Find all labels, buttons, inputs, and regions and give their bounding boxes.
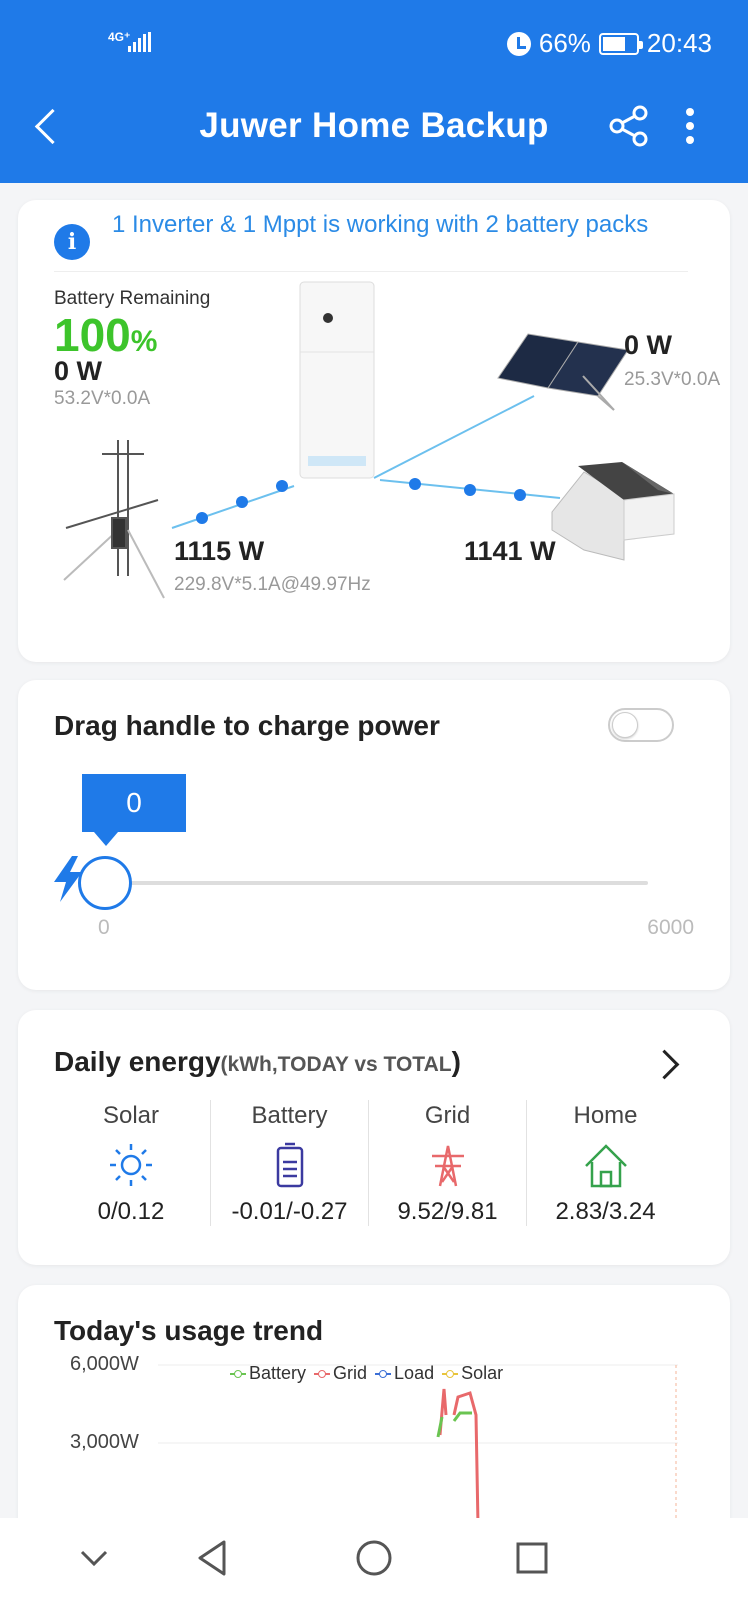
status-info: i 1 Inverter & 1 Mppt is working with 2 …	[54, 208, 688, 272]
charge-title: Drag handle to charge power	[54, 710, 440, 741]
status-right: 66% 20:43	[506, 28, 712, 59]
daily-value-home: 2.83/3.24	[555, 1198, 656, 1225]
grid-tower-image	[63, 440, 165, 599]
grid-detail: 229.8V*5.1A@49.97Hz	[174, 574, 371, 595]
battery-percent: 66%	[538, 28, 591, 58]
sun-icon	[110, 1144, 152, 1186]
status-info-text: 1 Inverter & 1 Mppt is working with 2 ba…	[112, 211, 649, 238]
slider-handle[interactable]	[78, 856, 132, 910]
app-bar: Juwer Home Backup	[0, 90, 748, 166]
daily-col-home: Home 2.83/3.24	[526, 1100, 684, 1226]
recents-icon[interactable]	[510, 1536, 554, 1580]
solar-panel-image	[497, 333, 629, 411]
daily-value-grid: 9.52/9.81	[397, 1198, 498, 1225]
signal-icon	[128, 32, 151, 52]
status-bar: 4G⁺ 66% 20:43	[0, 26, 748, 66]
more-vert-icon[interactable]	[680, 104, 700, 148]
home-circle-icon[interactable]	[352, 1536, 396, 1580]
network-type: 4G⁺	[108, 30, 131, 44]
daily-col-solar: Solar 0/0.12	[52, 1100, 210, 1226]
daily-col-battery: Battery -0.01/-0.27	[210, 1100, 368, 1226]
battery-icon	[276, 1142, 303, 1188]
charge-toggle[interactable]	[608, 708, 674, 742]
charge-power-card: Drag handle to charge power 0 0 6000	[18, 680, 730, 990]
info-icon: i	[54, 224, 90, 260]
battery-power: 0 W	[54, 356, 103, 386]
daily-col-grid: Grid 9.52/9.81	[368, 1100, 526, 1226]
house-image	[551, 462, 675, 561]
energy-flow-card: i 1 Inverter & 1 Mppt is working with 2 …	[18, 200, 730, 662]
battery-detail: 53.2V*0.0A	[54, 388, 151, 409]
phone-battery-icon	[598, 32, 643, 55]
daily-label-grid: Grid	[424, 1102, 471, 1129]
alarm-icon	[506, 31, 531, 56]
daily-label-battery: Battery	[251, 1102, 328, 1129]
slider-max: 6000	[647, 916, 694, 939]
power-tower-icon	[431, 1145, 464, 1187]
battery-series-line-2	[452, 1411, 472, 1422]
collapse-icon[interactable]	[72, 1536, 116, 1580]
daily-value-battery: -0.01/-0.27	[231, 1198, 348, 1225]
inverter-image	[299, 281, 375, 479]
back-icon[interactable]	[192, 1536, 236, 1580]
daily-label-home: Home	[573, 1102, 638, 1129]
system-nav-bar	[0, 1518, 748, 1600]
daily-label-solar: Solar	[102, 1102, 160, 1129]
share-icon[interactable]	[608, 104, 652, 148]
slider-value-bubble: 0	[82, 774, 186, 846]
toggle-knob	[612, 712, 638, 738]
daily-energy-card[interactable]: Daily energy(kWh,TODAY vs TOTAL) Solar 0…	[18, 1010, 730, 1265]
slider-track[interactable]	[104, 881, 648, 885]
daily-title: Daily energy(kWh,TODAY vs TOTAL)	[54, 1046, 461, 1077]
home-icon	[584, 1144, 627, 1188]
clock: 20:43	[646, 28, 712, 58]
solar-detail: 25.3V*0.0A	[624, 369, 721, 390]
home-power: 1141 W	[464, 536, 556, 566]
slider-min: 0	[98, 916, 110, 939]
solar-power: 0 W	[624, 330, 673, 360]
grid-power: 1115 W	[174, 536, 265, 566]
battery-percent-value: 100%	[54, 309, 158, 361]
daily-value-solar: 0/0.12	[97, 1198, 165, 1225]
battery-label: Battery Remaining	[54, 288, 211, 309]
chevron-right-icon[interactable]	[654, 1050, 678, 1080]
top-app-bar: 4G⁺ 66% 20:43 Juwer Home Backup	[0, 0, 748, 183]
